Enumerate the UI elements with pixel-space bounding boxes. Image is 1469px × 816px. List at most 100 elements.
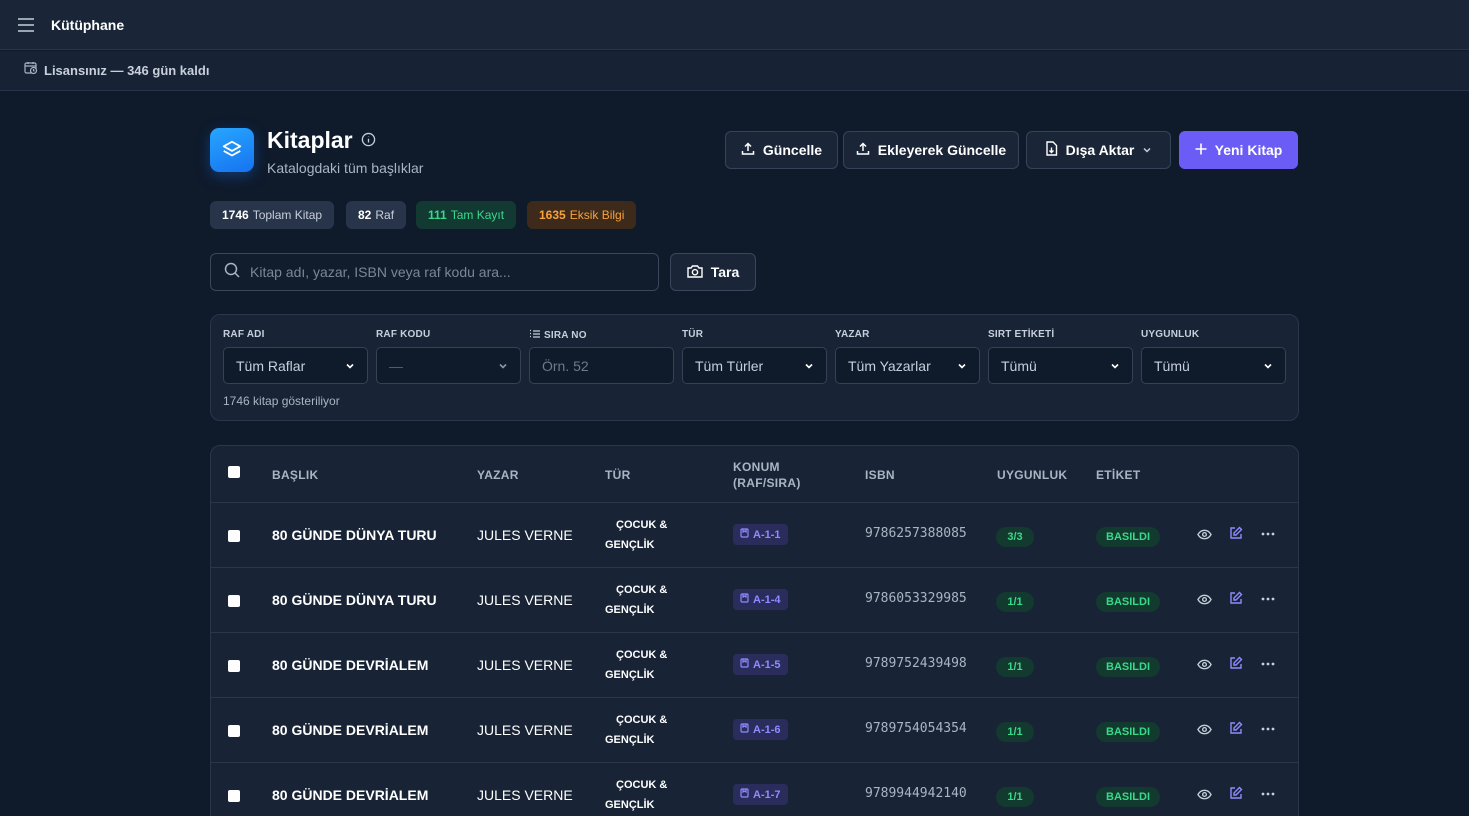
filter-label-order-no: SIRA NO	[529, 329, 587, 342]
book-author: JULES VERNE	[477, 527, 573, 543]
row-checkbox[interactable]	[228, 660, 240, 672]
col-header-genre[interactable]: TÜR	[605, 467, 631, 483]
book-title[interactable]: 80 GÜNDE DEVRİALEM	[272, 657, 428, 673]
more-options-icon[interactable]	[1259, 720, 1277, 738]
book-genre: ÇOCUK & GENÇLİK	[605, 515, 675, 555]
upload-icon	[856, 141, 870, 159]
select-all-checkbox[interactable]	[228, 466, 240, 478]
row-separator	[211, 502, 1298, 503]
filter-label-author: YAZAR	[835, 329, 870, 340]
col-header-isbn[interactable]: ISBN	[865, 467, 895, 483]
eye-icon[interactable]	[1195, 785, 1213, 803]
row-separator	[211, 697, 1298, 698]
shelf-code-select-value: —	[389, 357, 403, 374]
stat-label: Toplam Kitap	[252, 208, 323, 222]
book-title[interactable]: 80 GÜNDE DÜNYA TURU	[272, 527, 437, 543]
status-badge: BASILDI	[1096, 527, 1160, 547]
top-bar: Kütüphane	[0, 0, 1469, 50]
book-genre: ÇOCUK & GENÇLİK	[605, 775, 675, 815]
eye-icon[interactable]	[1195, 590, 1213, 608]
more-options-icon[interactable]	[1259, 785, 1277, 803]
row-separator	[211, 762, 1298, 763]
more-options-icon[interactable]	[1259, 655, 1277, 673]
append-update-button[interactable]: Ekleyerek Güncelle	[843, 131, 1019, 169]
book-title[interactable]: 80 GÜNDE DÜNYA TURU	[272, 592, 437, 608]
col-header-location-line1: KONUM	[733, 460, 780, 474]
location-badge[interactable]: A-1-5	[733, 654, 788, 675]
search-input[interactable]	[250, 264, 630, 280]
search-icon	[224, 262, 240, 283]
row-checkbox[interactable]	[228, 530, 240, 542]
row-checkbox[interactable]	[228, 595, 240, 607]
edit-icon[interactable]	[1227, 719, 1245, 737]
eye-icon[interactable]	[1195, 525, 1213, 543]
scan-button[interactable]: Tara	[670, 253, 756, 291]
page-subtitle: Katalogdaki tüm başlıklar	[267, 160, 424, 176]
page-title: Kitaplar	[267, 127, 353, 153]
col-header-availability[interactable]: UYGUNLUK	[997, 467, 1067, 483]
filter-label-order-no-text: SIRA NO	[544, 330, 587, 341]
filter-label-genre: TÜR	[682, 329, 704, 340]
eye-icon[interactable]	[1195, 655, 1213, 673]
availability-select-value: Tümü	[1154, 357, 1190, 374]
update-button-label: Güncelle	[762, 142, 823, 158]
location-badge[interactable]: A-1-6	[733, 719, 788, 740]
chevron-down-icon	[345, 358, 355, 374]
availability-select[interactable]: Tümü	[1141, 347, 1286, 384]
upload-icon	[741, 141, 755, 159]
more-options-icon[interactable]	[1259, 590, 1277, 608]
spine-label-select[interactable]: Tümü	[988, 347, 1133, 384]
stat-value: 1635	[539, 208, 566, 222]
col-header-author[interactable]: YAZAR	[477, 467, 519, 483]
availability-badge: 1/1	[996, 592, 1034, 612]
app-title: Kütüphane	[51, 16, 125, 33]
book-isbn: 9789752439498	[865, 656, 967, 671]
shelf-name-select[interactable]: Tüm Raflar	[223, 347, 368, 384]
plus-icon	[1195, 142, 1207, 158]
edit-icon[interactable]	[1227, 654, 1245, 672]
hamburger-menu-icon[interactable]	[16, 15, 36, 35]
col-header-tag[interactable]: ETİKET	[1096, 467, 1140, 483]
stat-value: 82	[358, 208, 372, 222]
list-ordered-icon	[529, 329, 540, 342]
order-no-input[interactable]: Örn. 52	[529, 347, 674, 384]
book-title[interactable]: 80 GÜNDE DEVRİALEM	[272, 787, 428, 803]
edit-icon[interactable]	[1227, 589, 1245, 607]
calendar-clock-icon	[24, 61, 38, 80]
order-no-placeholder: Örn. 52	[542, 357, 589, 374]
chevron-down-icon	[957, 358, 967, 374]
col-header-location[interactable]: KONUM (RAF/SIRA)	[733, 459, 801, 491]
col-header-title[interactable]: BAŞLIK	[272, 467, 318, 483]
shelf-code-select[interactable]: —	[376, 347, 521, 384]
bookmark-icon	[740, 788, 749, 801]
genre-select[interactable]: Tüm Türler	[682, 347, 827, 384]
row-checkbox[interactable]	[228, 790, 240, 802]
row-checkbox[interactable]	[228, 725, 240, 737]
location-badge[interactable]: A-1-7	[733, 784, 788, 805]
row-separator	[211, 632, 1298, 633]
location-badge[interactable]: A-1-4	[733, 589, 788, 610]
update-button[interactable]: Güncelle	[725, 131, 838, 169]
location-badge[interactable]: A-1-1	[733, 524, 788, 545]
edit-icon[interactable]	[1227, 784, 1245, 802]
book-genre-line1: ÇOCUK &	[616, 649, 668, 661]
stat-missing-info: 1635 Eksik Bilgi	[527, 201, 637, 229]
info-icon[interactable]	[361, 132, 376, 152]
new-book-button[interactable]: Yeni Kitap	[1179, 131, 1298, 169]
stat-label: Tam Kayıt	[450, 208, 505, 222]
book-title[interactable]: 80 GÜNDE DEVRİALEM	[272, 722, 428, 738]
row-separator	[211, 567, 1298, 568]
stat-total-books: 1746 Toplam Kitap	[210, 201, 335, 229]
book-genre-line2: GENÇLİK	[605, 799, 655, 811]
book-isbn: 9789754054354	[865, 721, 967, 736]
book-genre: ÇOCUK & GENÇLİK	[605, 710, 675, 750]
book-genre-line2: GENÇLİK	[605, 604, 655, 616]
more-options-icon[interactable]	[1259, 525, 1277, 543]
eye-icon[interactable]	[1195, 720, 1213, 738]
author-select[interactable]: Tüm Yazarlar	[835, 347, 980, 384]
scan-button-label: Tara	[710, 264, 740, 280]
edit-icon[interactable]	[1227, 524, 1245, 542]
shelf-name-select-value: Tüm Raflar	[236, 357, 306, 374]
export-button-label: Dışa Aktar	[1065, 142, 1135, 158]
export-button[interactable]: Dışa Aktar	[1026, 131, 1171, 169]
